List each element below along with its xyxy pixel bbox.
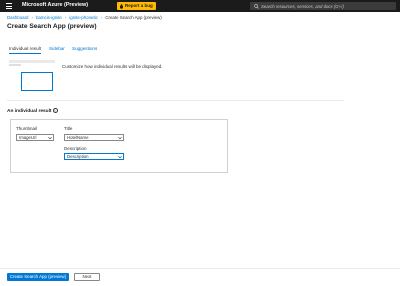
breadcrumb-separator: › [64, 15, 67, 20]
portal-brand[interactable]: Microsoft Azure (Preview) [22, 2, 88, 8]
hamburger-menu-icon[interactable] [6, 3, 12, 9]
tab-suggestions[interactable]: Suggestions [72, 46, 97, 54]
description-select[interactable]: Description [64, 153, 124, 160]
breadcrumb: Dashboard › bamcis-ignite › ignite-phonetic ›… [7, 15, 162, 20]
thumbnail-select[interactable]: ImageUrl [16, 134, 54, 141]
create-search-app-button[interactable]: Create Search App (preview) [7, 273, 69, 281]
section-divider [7, 100, 344, 101]
layout-preview-image [9, 60, 55, 96]
section-heading-text: An individual result [7, 108, 52, 114]
preview-subheader-strip [9, 64, 21, 66]
search-placeholder: Search resources, services, and docs (G+… [261, 3, 344, 9]
top-bar: Microsoft Azure (Preview) Report a bug S… [0, 0, 400, 12]
section-heading: An individual result i [7, 108, 58, 114]
thumbnail-label: Thumbnail [16, 126, 38, 131]
breadcrumb-dashboard[interactable]: Dashboard [7, 15, 28, 20]
title-select-value: HotelName [67, 135, 89, 140]
intro-description: Customize how individual results will be… [62, 64, 163, 69]
footer-divider [0, 268, 400, 269]
individual-result-card: Thumbnail ImageUrl Title HotelName Descr… [10, 119, 228, 173]
preview-header-strip [9, 60, 55, 63]
description-label: Description [64, 146, 87, 151]
preview-result-box [21, 72, 53, 91]
chevron-down-icon [117, 136, 122, 140]
thumbnail-select-value: ImageUrl [19, 135, 37, 140]
report-bug-label: Report a bug [125, 3, 153, 8]
next-button[interactable]: Next [74, 273, 100, 281]
chevron-down-icon [117, 155, 122, 159]
tab-sidebar[interactable]: Sidebar [49, 46, 65, 54]
title-label: Title [64, 126, 73, 131]
breadcrumb-current: Create Search App (preview) [105, 15, 162, 20]
title-select[interactable]: HotelName [64, 134, 124, 141]
description-select-value: Description [67, 154, 89, 159]
chevron-down-icon [47, 136, 52, 140]
tab-individual-result[interactable]: Individual result [9, 46, 41, 54]
breadcrumb-ignite-phonetic[interactable]: ignite-phonetic [69, 15, 98, 20]
page-title: Create Search App (preview) [7, 23, 97, 30]
breadcrumb-separator: › [100, 15, 103, 20]
global-search-input[interactable]: Search resources, services, and docs (G+… [250, 2, 396, 10]
bug-icon [120, 3, 123, 9]
search-icon [254, 3, 259, 9]
report-bug-button[interactable]: Report a bug [117, 2, 156, 10]
breadcrumb-separator: › [31, 15, 33, 20]
info-icon[interactable]: i [52, 108, 58, 113]
breadcrumb-bamcis-ignite[interactable]: bamcis-ignite [36, 15, 62, 20]
